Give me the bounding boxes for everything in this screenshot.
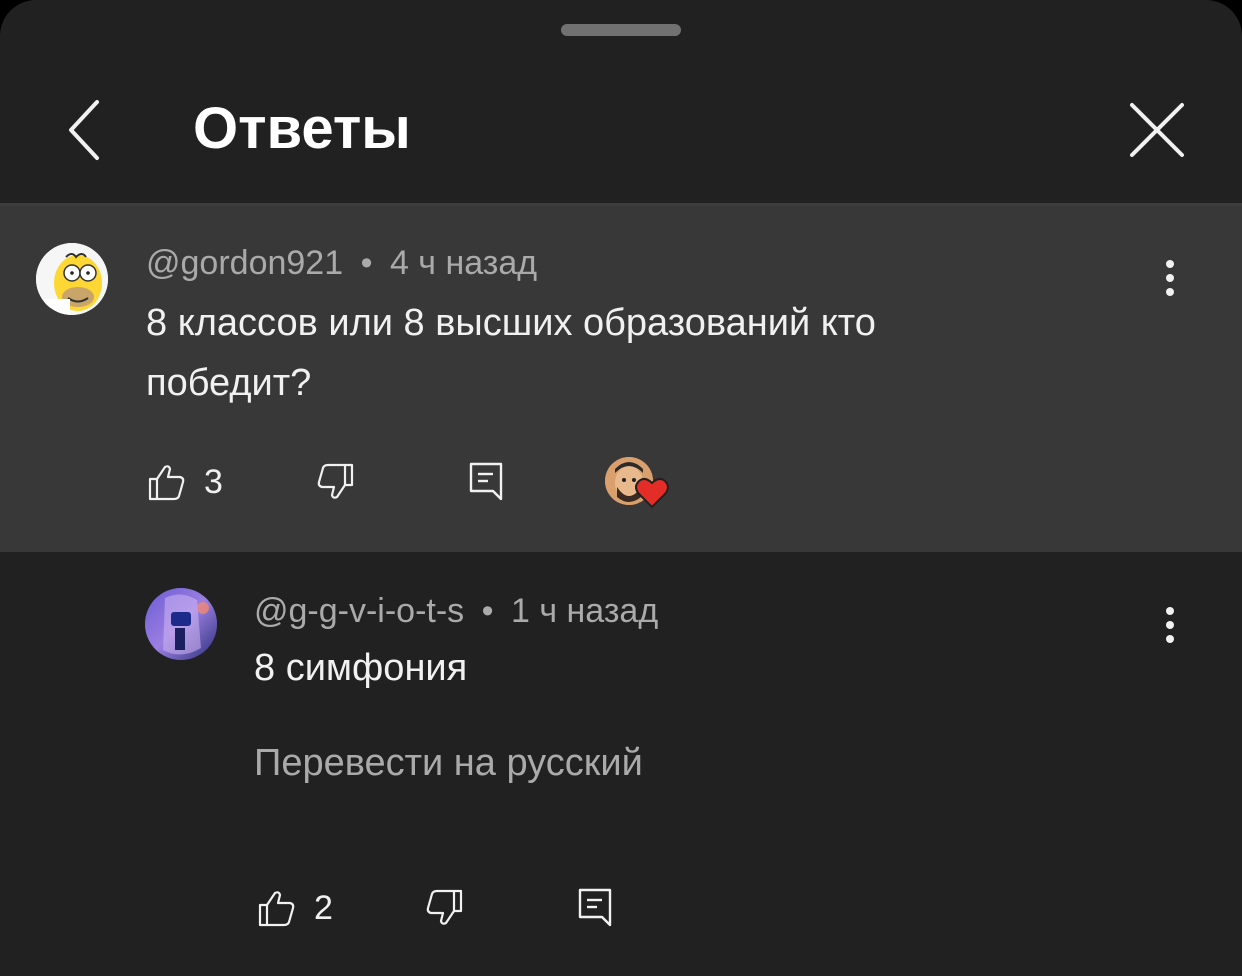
more-vertical-icon xyxy=(1166,260,1174,268)
parent-comment: @gordon921 • 4 ч назад 8 классов или 8 в… xyxy=(0,206,1242,552)
comment-icon xyxy=(469,462,503,501)
drag-handle[interactable] xyxy=(561,24,681,36)
comment-meta: @g-g-v-i-o-t-s • 1 ч назад xyxy=(254,592,658,631)
back-button[interactable] xyxy=(50,88,120,172)
thumbs-down-icon xyxy=(317,463,354,499)
header: Ответы xyxy=(0,50,1242,204)
like-count: 2 xyxy=(314,888,333,927)
comment-menu-button[interactable] xyxy=(1150,248,1190,308)
meta-separator: • xyxy=(360,244,373,282)
heart-icon xyxy=(635,477,669,509)
reply-button[interactable] xyxy=(468,461,504,501)
avatar[interactable] xyxy=(36,243,108,315)
replies-sheet: Ответы @gordon921 • 4 ч назад 8 классов … xyxy=(0,0,1242,976)
comment-time: 4 ч назад xyxy=(389,244,538,282)
dislike-button[interactable] xyxy=(425,888,465,928)
cartoon-avatar-image xyxy=(36,243,108,315)
reply-button[interactable] xyxy=(577,887,613,927)
comment-author[interactable]: @gordon921 xyxy=(146,244,343,282)
comment-text: 8 классов или 8 высших образований кто п… xyxy=(146,302,876,404)
thumbs-down-icon xyxy=(426,889,463,925)
comment-text: 8 симфония xyxy=(254,647,468,689)
comment-time: 1 ч назад xyxy=(511,592,659,630)
like-button[interactable]: 3 xyxy=(146,462,223,502)
thumbs-up-icon xyxy=(258,891,295,927)
like-button[interactable]: 2 xyxy=(256,888,333,928)
close-button[interactable] xyxy=(1115,90,1199,170)
comment-icon xyxy=(578,888,612,927)
chevron-left-icon xyxy=(69,100,99,160)
more-vertical-icon xyxy=(1166,607,1174,615)
thumbs-up-icon xyxy=(148,465,185,501)
comment-meta: @gordon921 • 4 ч назад xyxy=(146,244,537,283)
page-title: Ответы xyxy=(193,96,411,161)
avatar[interactable] xyxy=(145,588,217,660)
creator-heart[interactable] xyxy=(605,457,669,509)
comment-author[interactable]: @g-g-v-i-o-t-s xyxy=(254,592,464,630)
like-count: 3 xyxy=(204,462,223,501)
dislike-button[interactable] xyxy=(316,462,356,502)
close-icon xyxy=(1130,103,1184,157)
portrait-avatar-image xyxy=(145,588,217,660)
comment-menu-button[interactable] xyxy=(1150,595,1190,655)
meta-separator: • xyxy=(481,592,494,630)
translate-link[interactable]: Перевести на русский xyxy=(254,742,643,785)
